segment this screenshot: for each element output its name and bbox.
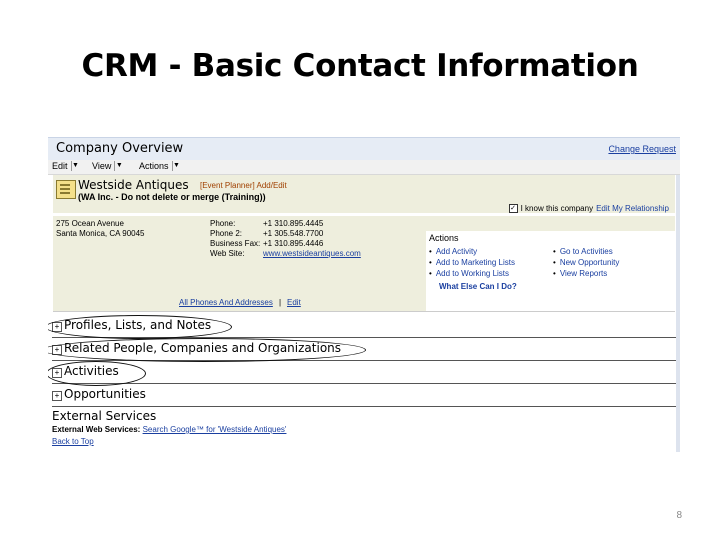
checkbox-checked-icon[interactable]: ✓ xyxy=(508,204,518,213)
address-line: 275 Ocean Avenue xyxy=(56,219,124,228)
external-services-title: External Services xyxy=(52,409,157,423)
phone-labels: Phone: Phone 2: Business Fax: Web Site: xyxy=(210,219,260,259)
overview-title: Company Overview xyxy=(56,141,184,156)
website-link[interactable]: www.westsideantiques.com xyxy=(263,249,361,259)
action-add-activity[interactable]: Add Activity xyxy=(429,247,477,256)
company-name: Westside Antiques xyxy=(78,178,189,192)
address-block: 275 Ocean Avenue Santa Monica, CA 90045 xyxy=(56,219,145,239)
section-label: Opportunities xyxy=(64,387,146,401)
phone-value: +1 310.895.4446 xyxy=(263,239,324,248)
menu-edit[interactable]: Edit ▼ xyxy=(52,161,80,171)
external-services-line: External Web Services: Search Google™ fo… xyxy=(52,425,286,434)
what-else-link[interactable]: What Else Can I Do? xyxy=(439,282,517,291)
expand-plus-icon[interactable]: + xyxy=(52,391,62,401)
highlight-oval xyxy=(48,361,146,386)
know-company-label: I know this company xyxy=(520,204,594,213)
section-activities[interactable]: + Activities xyxy=(52,363,680,384)
edit-relationship-link[interactable]: Edit My Relationship xyxy=(596,204,669,213)
section-opportunities[interactable]: + Opportunities xyxy=(52,386,680,407)
phone-label: Web Site: xyxy=(210,249,245,258)
phone-label: Business Fax: xyxy=(210,239,261,248)
company-card-icon xyxy=(56,180,76,199)
phone-label: Phone 2: xyxy=(210,229,243,238)
actions-title: Actions xyxy=(429,233,459,243)
back-to-top-link[interactable]: Back to Top xyxy=(52,437,94,446)
all-phones-link[interactable]: All Phones And Addresses xyxy=(179,298,273,307)
slide-title: CRM - Basic Contact Information xyxy=(81,48,639,84)
phone-values: +1 310.895.4445 +1 305.548.7700 +1 310.8… xyxy=(263,219,361,259)
menu-edit-label: Edit xyxy=(52,161,68,171)
menu-view[interactable]: View ▼ xyxy=(92,161,123,171)
company-panel: Westside Antiques [Event Planner] Add/Ed… xyxy=(53,175,675,312)
phone-label: Phone: xyxy=(210,219,236,228)
edit-link[interactable]: Edit xyxy=(287,298,301,307)
address-line: Santa Monica, CA 90045 xyxy=(56,229,145,238)
crm-screenshot: Company Overview Change Request Edit ▼ V… xyxy=(48,137,680,452)
menu-actions-label: Actions xyxy=(139,161,169,171)
panel-divider xyxy=(53,213,675,216)
dropdown-arrow-icon: ▼ xyxy=(171,161,180,171)
action-add-working-lists[interactable]: Add to Working Lists xyxy=(429,269,509,278)
dropdown-arrow-icon: ▼ xyxy=(114,161,123,171)
overview-header: Company Overview Change Request xyxy=(48,137,680,160)
dropdown-arrow-icon: ▼ xyxy=(70,161,79,171)
link-separator: | xyxy=(279,298,282,307)
menu-bar: Edit ▼ View ▼ Actions ▼ xyxy=(48,160,680,175)
highlight-oval xyxy=(48,315,232,339)
phone-value: +1 310.895.4445 xyxy=(263,219,324,228)
action-go-to-activities[interactable]: Go to Activities xyxy=(553,247,613,256)
action-new-opportunity[interactable]: New Opportunity xyxy=(553,258,620,267)
highlight-oval xyxy=(48,338,366,362)
phone-value: +1 305.548.7700 xyxy=(263,229,324,238)
action-add-marketing-lists[interactable]: Add to Marketing Lists xyxy=(429,258,515,267)
know-company-row: ✓ I know this company Edit My Relationsh… xyxy=(508,204,669,213)
external-services-label: External Web Services: xyxy=(52,425,141,434)
menu-actions[interactable]: Actions ▼ xyxy=(139,161,181,171)
company-subtitle: (WA Inc. - Do not delete or merge (Train… xyxy=(78,192,266,202)
google-search-link[interactable]: Search Google™ for 'Westside Antiques' xyxy=(143,425,287,434)
change-request-link[interactable]: Change Request xyxy=(608,144,676,154)
action-view-reports[interactable]: View Reports xyxy=(553,269,607,278)
actions-box: Actions Add Activity Add to Marketing Li… xyxy=(426,231,675,311)
scrollbar[interactable] xyxy=(676,175,680,452)
menu-view-label: View xyxy=(92,161,112,171)
page-number: 8 xyxy=(676,510,682,521)
event-planner-link[interactable]: [Event Planner] Add/Edit xyxy=(200,181,287,190)
